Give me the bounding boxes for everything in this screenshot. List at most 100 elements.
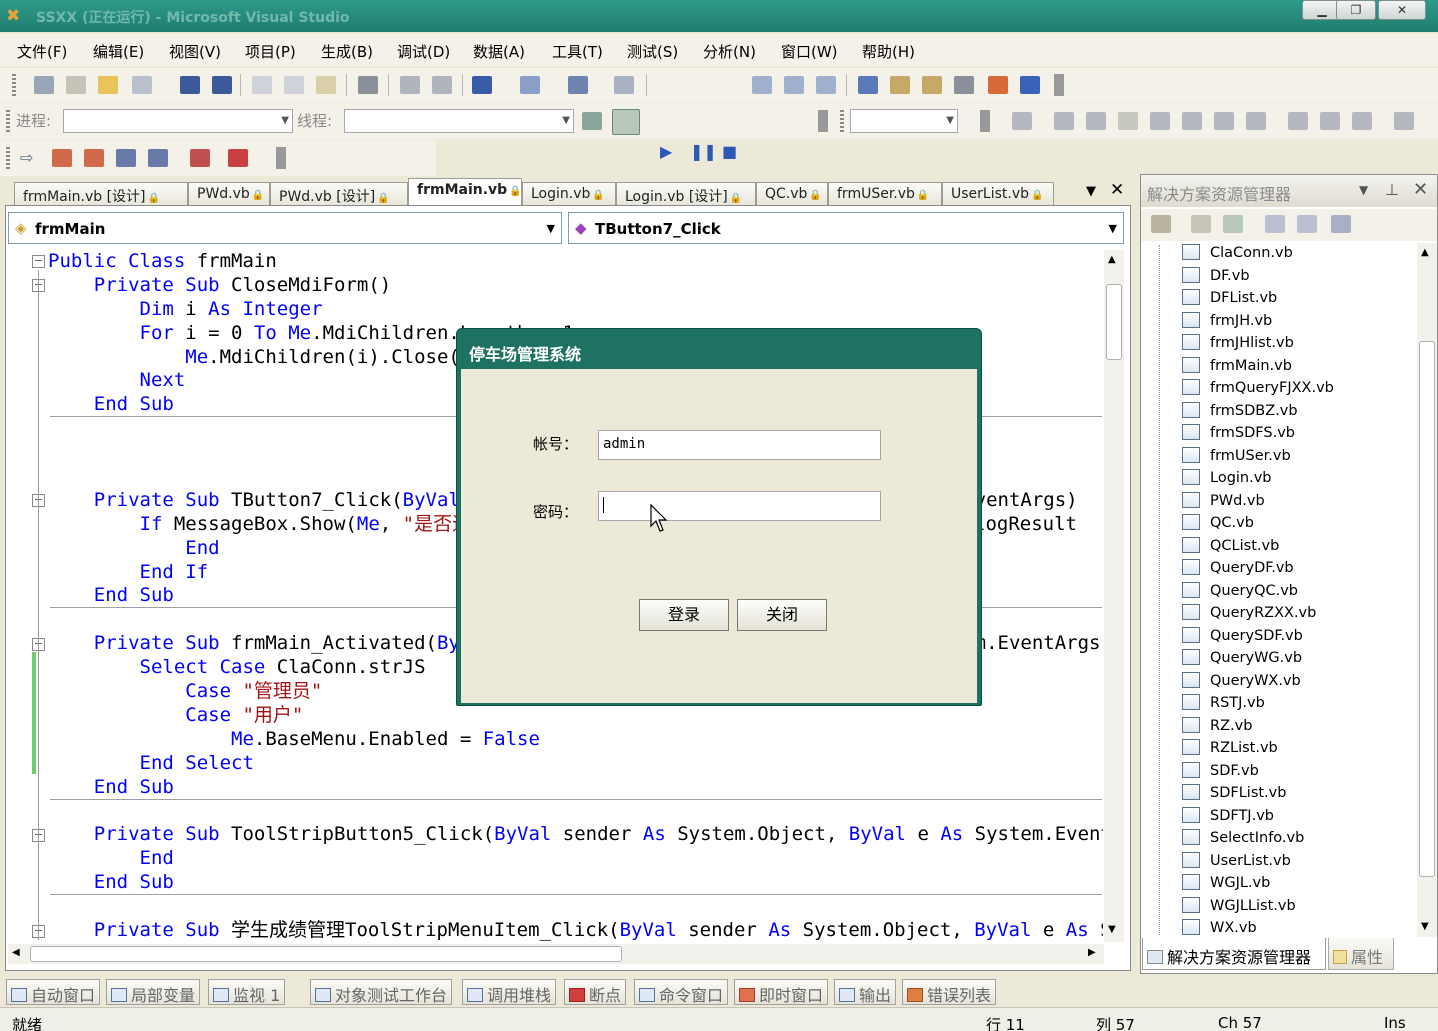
solution-explorer-icon[interactable]	[890, 76, 910, 94]
class-combo[interactable]: ◈ frmMain ▼	[8, 212, 562, 244]
account-input[interactable]: admin	[598, 430, 881, 460]
scroll-down-icon[interactable]: ▼	[1108, 924, 1116, 935]
solution-file-item[interactable]: frmMain.vb	[1182, 356, 1292, 379]
toolbox-icon[interactable]	[954, 76, 974, 94]
code-line[interactable]: End	[48, 847, 1103, 871]
db-icon[interactable]	[1086, 112, 1106, 130]
solution-file-item[interactable]: SDFList.vb	[1182, 784, 1286, 806]
view-code-icon[interactable]	[1265, 215, 1285, 233]
code-line[interactable]	[48, 895, 1103, 919]
tab-dropdown-icon[interactable]: ▼	[1086, 184, 1096, 199]
pin-icon[interactable]: ⊥	[1385, 180, 1399, 199]
db-icon[interactable]	[1214, 112, 1234, 130]
solution-file-item[interactable]: SelectInfo.vb	[1182, 829, 1304, 851]
db-icon[interactable]	[1394, 112, 1414, 130]
class-diagram-icon[interactable]	[1331, 215, 1351, 233]
solution-file-item[interactable]: QueryDF.vb	[1182, 559, 1294, 581]
db-icon[interactable]	[1150, 112, 1170, 130]
view-designer-icon[interactable]	[1297, 215, 1317, 233]
step-into-icon[interactable]	[752, 76, 772, 94]
panel-menu-icon[interactable]: ▼	[1359, 183, 1368, 197]
solution-file-item[interactable]: frmSDBZ.vb	[1182, 401, 1298, 424]
scroll-down-icon[interactable]: ▼	[1421, 921, 1429, 932]
tab-immediate-window[interactable]: 即时窗口	[734, 979, 829, 1005]
solution-file-item[interactable]: QueryRZXX.vb	[1182, 604, 1316, 626]
find-icon[interactable]	[358, 76, 378, 94]
db-icon[interactable]	[1012, 112, 1032, 130]
solution-file-item[interactable]: frmUSer.vb	[1182, 446, 1291, 469]
comment-icon[interactable]	[400, 76, 420, 94]
window-icon[interactable]	[116, 149, 136, 167]
window-icon[interactable]	[84, 149, 104, 167]
object-browser-icon[interactable]	[988, 76, 1008, 94]
tab-login[interactable]: Login.vb 🔒	[522, 182, 616, 205]
solution-file-item[interactable]: Login.vb	[1182, 469, 1272, 491]
solution-file-item[interactable]: PWd.vb	[1182, 491, 1265, 514]
tab-call-stack[interactable]: 调用堆栈	[462, 979, 557, 1005]
tab-qc[interactable]: QC.vb 🔒	[756, 182, 828, 205]
properties-icon[interactable]	[922, 76, 942, 94]
method-combo[interactable]: ◆ TButton7_Click ▼	[568, 212, 1124, 244]
solution-file-item[interactable]: QCList.vb	[1182, 536, 1279, 559]
solution-file-item[interactable]: WGJLList.vb	[1182, 896, 1296, 919]
code-line[interactable]: Public Class frmMain	[48, 250, 1103, 274]
menu-data[interactable]: 数据(A)	[473, 41, 525, 62]
close-document-icon[interactable]: ✕	[1110, 180, 1124, 200]
editor-hscroll-thumb[interactable]	[30, 946, 622, 962]
paste-icon[interactable]	[316, 76, 336, 94]
solution-file-item[interactable]: RZ.vb	[1182, 716, 1252, 739]
code-line[interactable]: End Sub	[48, 776, 1103, 800]
tab-properties[interactable]: 属性	[1328, 938, 1394, 970]
uncomment-icon[interactable]	[432, 76, 452, 94]
editor-vertical-scrollbar[interactable]: ▲ ▼	[1104, 250, 1124, 942]
login-button[interactable]: 登录	[639, 599, 729, 631]
solution-file-item[interactable]: RZList.vb	[1182, 739, 1278, 761]
arrow-right-icon[interactable]: ⇨	[20, 148, 33, 167]
scroll-left-icon[interactable]: ◀	[12, 947, 20, 958]
toolbar-overflow-icon[interactable]	[818, 110, 828, 132]
menu-window[interactable]: 窗口(W)	[781, 41, 838, 62]
tab-watch[interactable]: 监视 1	[208, 979, 286, 1005]
code-line[interactable]: Private Sub ToolStripButton5_Click(ByVal…	[48, 823, 1103, 847]
solution-file-item[interactable]: QC.vb	[1182, 514, 1254, 536]
tab-frmmain-design[interactable]: frmMain.vb [设计] 🔒	[14, 182, 188, 205]
close-panel-icon[interactable]: ✕	[1413, 179, 1428, 200]
cut-icon[interactable]	[252, 76, 272, 94]
show-all-files-icon[interactable]	[1191, 215, 1211, 233]
code-line[interactable]: End Sub	[48, 871, 1103, 895]
menu-tools[interactable]: 工具(T)	[552, 41, 603, 62]
solution-file-item[interactable]: frmSDFS.vb	[1182, 424, 1295, 446]
menu-analyze[interactable]: 分析(N)	[703, 41, 756, 62]
hex-icon[interactable]	[190, 149, 210, 167]
solution-file-item[interactable]: DF.vb	[1182, 266, 1250, 289]
thread-combo[interactable]: ▼	[344, 109, 574, 133]
tab-command-window[interactable]: 命令窗口	[634, 979, 729, 1005]
code-line[interactable]: Private Sub CloseMdiForm()	[48, 274, 1103, 298]
toolbar-overflow-icon[interactable]	[1054, 74, 1064, 96]
solution-file-item[interactable]: DFList.vb	[1182, 289, 1277, 311]
db-icon[interactable]	[1246, 112, 1266, 130]
toolbar-overflow-icon[interactable]	[276, 147, 286, 169]
tab-frmmain[interactable]: frmMain.vb 🔒	[408, 178, 522, 206]
db-icon[interactable]	[1288, 112, 1308, 130]
scroll-up-icon[interactable]: ▲	[1421, 247, 1429, 258]
tab-solution-explorer[interactable]: 解决方案资源管理器	[1142, 938, 1326, 970]
se-scroll-thumb[interactable]	[1419, 341, 1435, 877]
solution-file-item[interactable]: SDF.vb	[1182, 761, 1259, 784]
menu-help[interactable]: 帮助(H)	[862, 41, 915, 62]
code-line[interactable]: Case "用户"	[48, 704, 1103, 728]
window-icon[interactable]	[148, 149, 168, 167]
stop-icon[interactable]: ■	[722, 142, 737, 161]
code-line[interactable]: End Select	[48, 752, 1103, 776]
tab-breakpoints[interactable]: 断点	[564, 979, 627, 1005]
continue-icon[interactable]: ▶	[660, 142, 672, 161]
solution-explorer-scrollbar[interactable]: ▲ ▼	[1417, 243, 1437, 937]
menu-project[interactable]: 项目(P)	[245, 41, 296, 62]
refresh-icon[interactable]	[1223, 215, 1243, 233]
tab-frmuser[interactable]: frmUSer.vb 🔒	[828, 182, 942, 205]
solution-file-item[interactable]: QueryWG.vb	[1182, 649, 1302, 671]
new-project-icon[interactable]	[34, 76, 54, 94]
redo-icon[interactable]	[520, 76, 540, 94]
tab-locals[interactable]: 局部变量	[106, 979, 201, 1005]
menu-edit[interactable]: 编辑(E)	[93, 41, 144, 62]
